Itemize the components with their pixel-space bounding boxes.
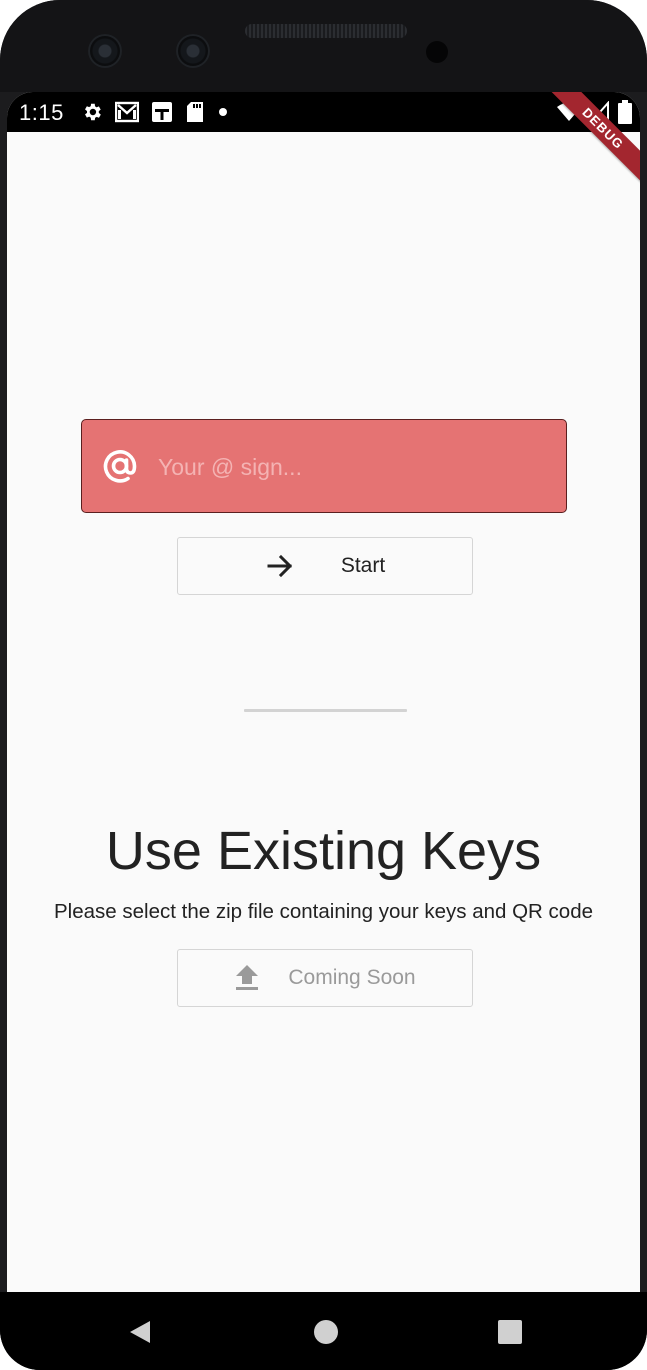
start-button[interactable]: Start [177,537,473,595]
at-sign-icon [103,450,137,483]
camera-icon [88,34,122,68]
coming-soon-button[interactable]: Coming Soon [177,949,473,1007]
phone-top-bezel [0,0,647,92]
notification-icons [81,101,229,123]
phone-frame: 1:15 DEBUG Your @ sign... Start Use Exis… [0,0,647,1370]
sd-card-icon [187,102,203,122]
gear-icon [85,103,101,121]
battery-icon [618,100,632,124]
start-button-label: Start [340,554,386,577]
at-sign-field[interactable] [81,419,567,513]
existing-keys-title: Use Existing Keys [105,821,542,881]
calendar-icon [152,102,172,122]
upload-icon [236,965,259,990]
section-divider [244,709,407,712]
at-sign-input[interactable] [156,444,550,490]
gmail-icon [115,101,139,123]
coming-soon-label: Coming Soon [288,966,416,989]
home-icon[interactable] [313,1319,339,1345]
speaker-grille [245,24,407,38]
navigation-bar [0,1292,647,1370]
status-time: 1:15 [19,100,64,125]
camera-icon [176,34,210,68]
dot-icon [219,108,227,116]
proximity-sensor [426,41,448,63]
status-bar: 1:15 [7,92,640,132]
existing-keys-description: Please select the zip file containing yo… [54,900,593,923]
recent-apps-icon[interactable] [497,1319,523,1345]
app-screen: 1:15 DEBUG Your @ sign... Start Use Exis… [7,92,640,1292]
back-icon[interactable] [127,1319,153,1345]
arrow-forward-icon [267,554,292,578]
